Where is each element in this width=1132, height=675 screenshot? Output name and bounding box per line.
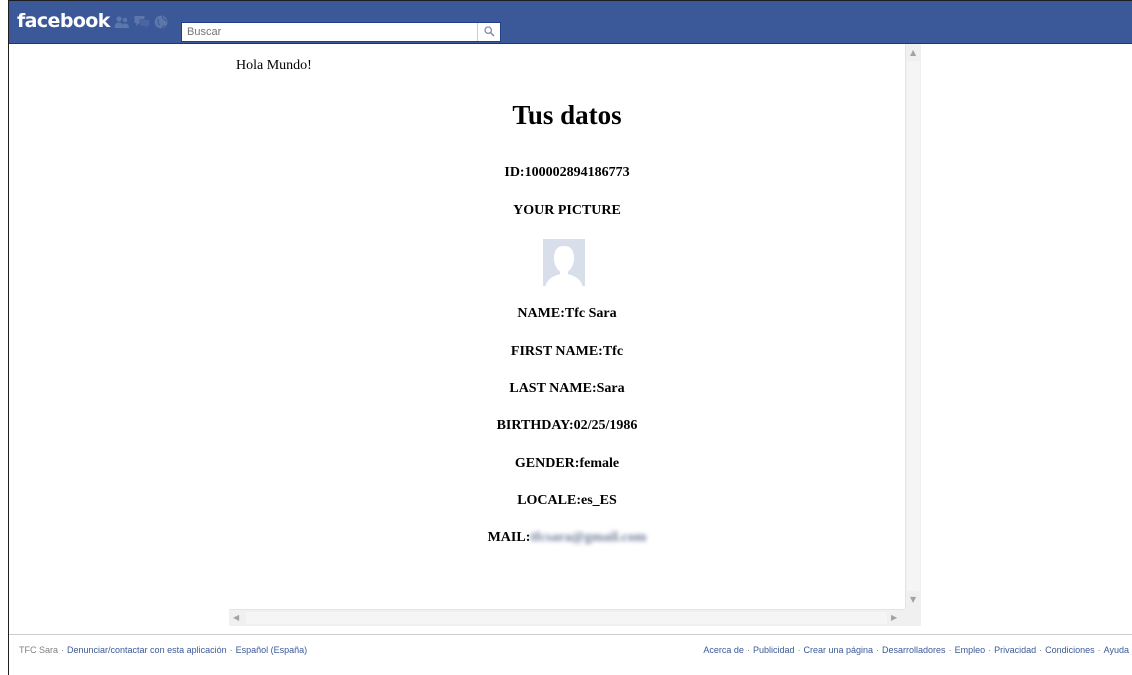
picture-heading: YOUR PICTURE	[513, 203, 621, 218]
vertical-scroll-thumb[interactable]	[907, 61, 920, 591]
footer-app-name: TFC Sara	[19, 645, 59, 655]
greeting-text: Hola Mundo!	[236, 58, 312, 73]
footer-language-link[interactable]: Español (España)	[236, 645, 308, 655]
scroll-down-arrow-icon[interactable]: ▼	[910, 596, 916, 604]
name-field: NAME:Tfc Sara	[517, 306, 617, 321]
top-bar: facebook	[9, 1, 1132, 44]
scroll-left-arrow-icon[interactable]: ◀	[233, 614, 239, 622]
footer-report-link[interactable]: Denunciar/contactar con esta aplicación	[67, 645, 227, 655]
footer-link-terms[interactable]: Condiciones	[1045, 645, 1095, 655]
scrollbar-corner	[905, 609, 921, 626]
birthday-field: BIRTHDAY:02/25/1986	[496, 418, 638, 433]
footer-link-help[interactable]: Ayuda	[1104, 645, 1129, 655]
mail-value-blurred: tfcsara@gmail.com	[530, 530, 647, 545]
vertical-scrollbar[interactable]: ▲ ▼	[905, 44, 921, 609]
search-icon	[484, 26, 495, 37]
app-canvas: Hola Mundo! Tus datos ID:100002894186773…	[229, 44, 921, 626]
messages-icon[interactable]	[134, 15, 150, 29]
search-button[interactable]	[477, 23, 500, 41]
footer-left-links: TFC Sara · Denunciar/contactar con esta ap…	[19, 645, 308, 655]
footer-right-links: Acerca de · Publicidad · Crear una página · De…	[703, 645, 1129, 655]
page-title: Tus datos	[512, 100, 622, 130]
locale-field: LOCALE:es_ES	[517, 493, 617, 508]
search-box	[181, 22, 501, 42]
scroll-up-arrow-icon[interactable]: ▲	[910, 49, 916, 57]
gender-field: GENDER:female	[514, 456, 620, 471]
footer-link-privacy[interactable]: Privacidad	[994, 645, 1036, 655]
first-name-field: FIRST NAME:Tfc	[510, 344, 624, 359]
footer: TFC Sara · Denunciar/contactar con esta ap…	[9, 634, 1132, 675]
footer-link-create-page[interactable]: Crear una página	[803, 645, 873, 655]
user-id: ID:100002894186773	[504, 165, 630, 180]
friend-requests-icon[interactable]	[114, 15, 129, 29]
notifications-icon[interactable]	[154, 15, 168, 29]
avatar	[543, 239, 585, 286]
footer-link-careers[interactable]: Empleo	[955, 645, 986, 655]
mail-field: MAIL:tfcsara@gmail.com	[487, 530, 647, 546]
search-input[interactable]	[182, 23, 479, 41]
footer-link-developers[interactable]: Desarrolladores	[882, 645, 946, 655]
facebook-logo[interactable]: facebook	[17, 10, 110, 32]
footer-link-about[interactable]: Acerca de	[703, 645, 744, 655]
scroll-right-arrow-icon[interactable]: ▶	[891, 614, 897, 622]
footer-link-advertising[interactable]: Publicidad	[753, 645, 795, 655]
horizontal-scroll-thumb[interactable]	[246, 612, 887, 624]
horizontal-scrollbar[interactable]: ◀ ▶	[229, 609, 905, 626]
last-name-field: LAST NAME:Sara	[509, 381, 625, 396]
